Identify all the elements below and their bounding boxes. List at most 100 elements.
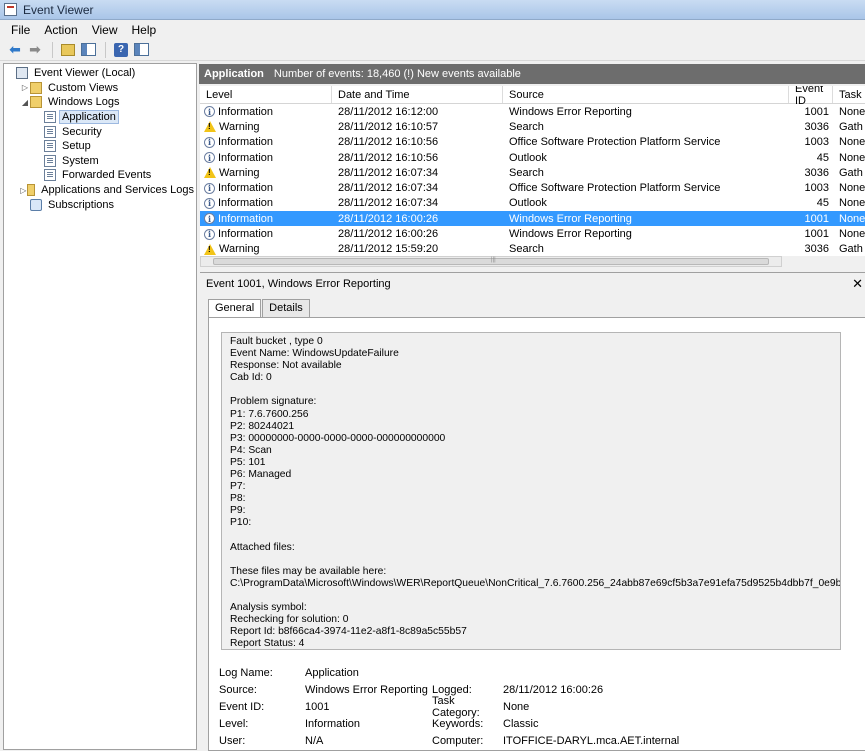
menu-view[interactable]: View xyxy=(85,23,125,37)
menu-bar: File Action View Help xyxy=(0,20,865,39)
menu-help[interactable]: Help xyxy=(125,23,164,37)
property-value: Classic xyxy=(503,717,539,730)
expand-arrow-icon[interactable]: ▷ xyxy=(20,83,30,92)
information-icon: i xyxy=(204,136,215,148)
grid-rows: i Information 28/11/2012 16:12:00 Windows E… xyxy=(200,104,865,256)
event-description[interactable]: Fault bucket , type 0 Event Name: Windows… xyxy=(221,332,841,650)
log-title: Application xyxy=(204,68,264,80)
event-detail-pane: Event 1001, Windows Error Reporting ✕ Ge… xyxy=(200,272,865,751)
event-id: 1003 xyxy=(804,136,829,149)
description-line: P9: xyxy=(230,505,246,517)
detail-tabs: General Details xyxy=(208,299,311,318)
tree-item-system[interactable]: System xyxy=(4,154,196,169)
tree-item-application[interactable]: Application xyxy=(4,110,196,125)
title-bar: Event Viewer xyxy=(0,0,865,20)
event-level-text: Information xyxy=(218,182,274,195)
event-task: None xyxy=(839,151,865,164)
show-hide-action-pane-button[interactable] xyxy=(132,41,150,59)
tree-item-label: Forwarded Events xyxy=(62,169,152,182)
column-header-task[interactable]: Task xyxy=(833,86,865,103)
description-line: Response: Not available xyxy=(230,360,342,372)
property-label: Log Name: xyxy=(219,666,273,679)
tree-item-custom-views[interactable]: ▷ Custom Views xyxy=(4,81,196,96)
property-value: 28/11/2012 16:00:26 xyxy=(503,683,604,696)
property-label: Source: xyxy=(219,683,257,696)
column-header-level[interactable]: Level xyxy=(200,86,332,103)
console-tree-icon xyxy=(80,43,96,56)
description-line: Attached files: xyxy=(230,541,295,553)
tree-item-forwarded-events[interactable]: Forwarded Events xyxy=(4,168,196,183)
event-count-summary: Number of events: 18,460 (!) New events … xyxy=(273,68,521,80)
property-row: Source: Windows Error Reporting Logged: 28/… xyxy=(219,681,859,698)
toolbar: ⬅ ➡ ? xyxy=(0,39,865,61)
event-id: 1001 xyxy=(804,228,829,241)
property-value: Application xyxy=(305,666,359,679)
back-arrow-icon[interactable]: ⬅ xyxy=(6,41,24,59)
event-level-text: Information xyxy=(218,105,274,118)
log-icon xyxy=(44,140,56,153)
event-row[interactable]: i Information 28/11/2012 16:12:00 Windows E… xyxy=(200,104,865,119)
event-level: i Information xyxy=(200,228,332,240)
menu-file[interactable]: File xyxy=(4,23,37,37)
event-row[interactable]: Warning 28/11/2012 16:07:34 Search 3036 Gath xyxy=(200,165,865,180)
event-row[interactable]: i Information 28/11/2012 16:00:26 Windows E… xyxy=(200,226,865,241)
event-source: Outlook xyxy=(509,151,547,164)
expand-arrow-icon[interactable]: ◢ xyxy=(20,98,30,107)
description-line: P6: Managed xyxy=(230,469,292,481)
property-value: Windows Error Reporting xyxy=(305,683,428,696)
description-line xyxy=(230,554,832,566)
column-header-source[interactable]: Source xyxy=(503,86,789,103)
event-source: Search xyxy=(509,166,544,179)
tab-details[interactable]: Details xyxy=(262,299,310,317)
help-button[interactable]: ? xyxy=(112,41,130,59)
tree-item-subscriptions[interactable]: Subscriptions xyxy=(4,197,196,212)
description-line xyxy=(230,384,832,396)
description-line: P3: 00000000-0000-0000-0000-000000000000 xyxy=(230,432,446,444)
property-label: User: xyxy=(219,734,246,747)
description-line: Fault bucket , type 0 xyxy=(230,336,323,347)
console-tree[interactable]: Event Viewer (Local) ▷ Custom Views ◢ Window… xyxy=(3,63,197,750)
description-line: Report Status: 4 xyxy=(230,638,305,650)
event-date: 28/11/2012 16:07:34 xyxy=(338,166,439,179)
tree-item-security[interactable]: Security xyxy=(4,124,196,139)
column-header-date[interactable]: Date and Time xyxy=(332,86,503,103)
horizontal-scrollbar[interactable]: ||| xyxy=(200,256,782,267)
log-icon xyxy=(44,154,56,167)
tree-item-applications-and-services-logs[interactable]: ▷ Applications and Services Logs xyxy=(4,183,196,198)
window-title: Event Viewer xyxy=(23,2,94,17)
log-icon xyxy=(44,169,56,182)
event-row[interactable]: i Information 28/11/2012 16:07:34 Outlook 45… xyxy=(200,196,865,211)
event-level-text: Warning xyxy=(219,120,260,133)
show-hide-tree-button[interactable] xyxy=(79,41,97,59)
event-level-text: Information xyxy=(218,228,274,241)
log-header: Application Number of events: 18,460 (!)… xyxy=(199,64,865,84)
forward-arrow-icon[interactable]: ➡ xyxy=(26,41,44,59)
tree-item-event-viewer-local-[interactable]: Event Viewer (Local) xyxy=(4,66,196,81)
description-line: Problem signature: xyxy=(230,396,317,408)
up-folder-button[interactable] xyxy=(59,41,77,59)
description-line: P1: 7.6.7600.256 xyxy=(230,408,309,420)
description-line: C:\ProgramData\Microsoft\Windows\WER\Rep… xyxy=(230,577,841,589)
description-line: Report Id: b8f66ca4-3974-11e2-a8f1-8c89a… xyxy=(230,626,467,638)
event-row[interactable]: i Information 28/11/2012 16:00:26 Windows E… xyxy=(200,211,865,227)
property-label: Computer: xyxy=(432,734,484,747)
close-icon[interactable]: ✕ xyxy=(852,276,863,292)
event-row[interactable]: i Information 28/11/2012 16:10:56 Outlook 45… xyxy=(200,150,865,165)
tree-item-setup[interactable]: Setup xyxy=(4,139,196,154)
event-row[interactable]: Warning 28/11/2012 15:59:20 Search 3036 Gath xyxy=(200,242,865,256)
event-grid[interactable]: Level Date and Time Source Event ID Task… xyxy=(200,86,865,256)
event-level-text: Information xyxy=(218,197,274,210)
event-date: 28/11/2012 16:12:00 xyxy=(338,105,439,118)
event-task: None xyxy=(839,105,865,118)
event-row[interactable]: i Information 28/11/2012 16:10:56 Office So… xyxy=(200,135,865,150)
column-header-event-id[interactable]: Event ID xyxy=(789,86,833,107)
event-date: 28/11/2012 16:07:34 xyxy=(338,197,439,210)
description-line: Event Name: WindowsUpdateFailure xyxy=(230,348,399,360)
tree-item-label: Subscriptions xyxy=(48,198,115,211)
menu-action[interactable]: Action xyxy=(37,23,84,37)
event-row[interactable]: i Information 28/11/2012 16:07:34 Office So… xyxy=(200,180,865,195)
tab-general[interactable]: General xyxy=(208,299,262,318)
event-id: 3036 xyxy=(804,243,829,256)
tree-item-windows-logs[interactable]: ◢ Windows Logs xyxy=(4,95,196,110)
event-row[interactable]: Warning 28/11/2012 16:10:57 Search 3036 Gath xyxy=(200,119,865,134)
